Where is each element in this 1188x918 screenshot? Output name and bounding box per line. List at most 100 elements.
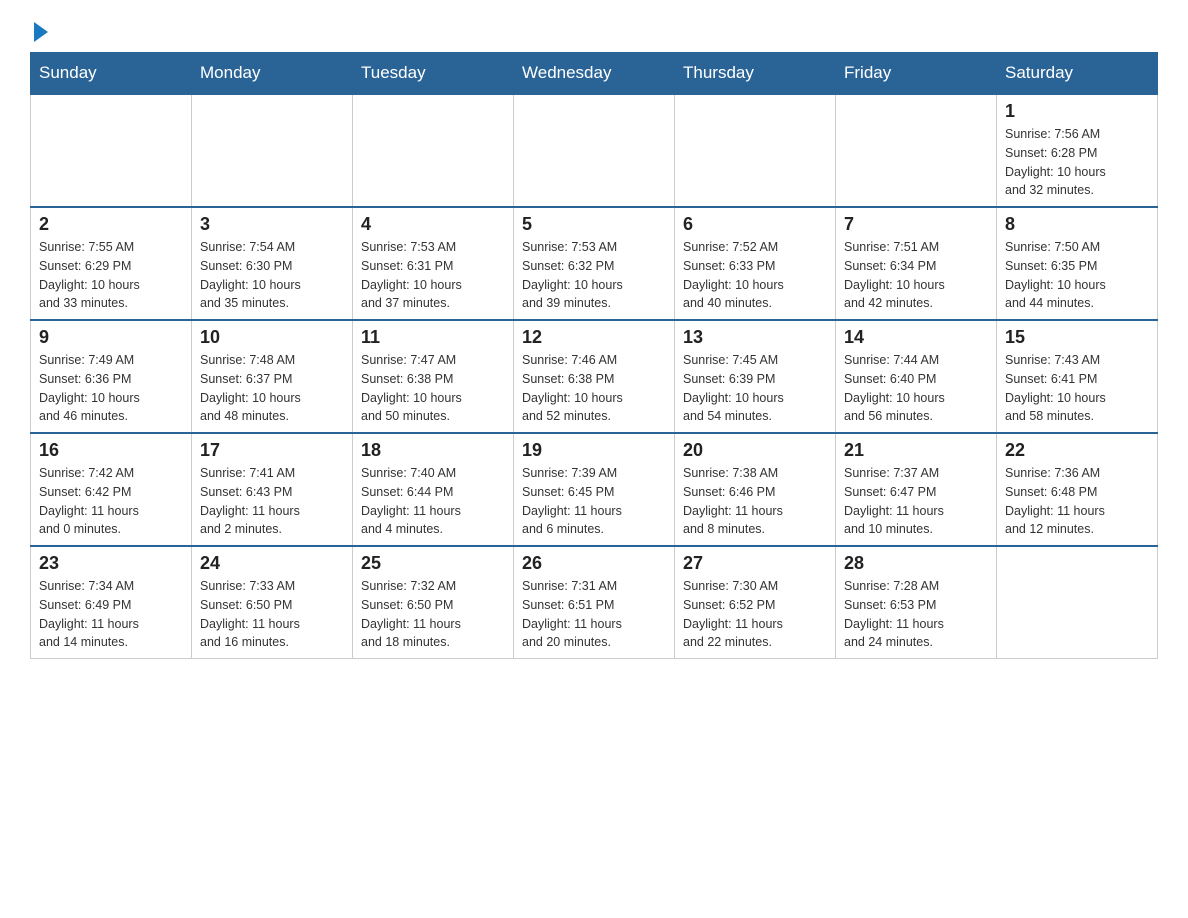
day-number: 12 bbox=[522, 327, 666, 348]
day-number: 11 bbox=[361, 327, 505, 348]
calendar-cell bbox=[997, 546, 1158, 659]
day-info: Sunrise: 7:31 AM Sunset: 6:51 PM Dayligh… bbox=[522, 577, 666, 652]
calendar-cell: 28 Sunrise: 7:28 AM Sunset: 6:53 PM Dayli… bbox=[836, 546, 997, 659]
day-number: 27 bbox=[683, 553, 827, 574]
day-number: 21 bbox=[844, 440, 988, 461]
calendar-cell: 5 Sunrise: 7:53 AM Sunset: 6:32 PM Daylig… bbox=[514, 207, 675, 320]
logo bbox=[30, 20, 48, 42]
calendar-cell: 26 Sunrise: 7:31 AM Sunset: 6:51 PM Dayli… bbox=[514, 546, 675, 659]
day-info: Sunrise: 7:55 AM Sunset: 6:29 PM Dayligh… bbox=[39, 238, 183, 313]
day-number: 10 bbox=[200, 327, 344, 348]
calendar-header-row: SundayMondayTuesdayWednesdayThursdayFrid… bbox=[31, 53, 1158, 95]
day-info: Sunrise: 7:53 AM Sunset: 6:31 PM Dayligh… bbox=[361, 238, 505, 313]
calendar-cell: 27Sunrise: 7:30 AM Sunset: 6:52 PM Dayli… bbox=[675, 546, 836, 659]
day-info: Sunrise: 7:46 AM Sunset: 6:38 PM Dayligh… bbox=[522, 351, 666, 426]
day-number: 23 bbox=[39, 553, 183, 574]
day-info: Sunrise: 7:38 AM Sunset: 6:46 PM Dayligh… bbox=[683, 464, 827, 539]
day-info: Sunrise: 7:34 AM Sunset: 6:49 PM Dayligh… bbox=[39, 577, 183, 652]
day-number: 4 bbox=[361, 214, 505, 235]
day-info: Sunrise: 7:32 AM Sunset: 6:50 PM Dayligh… bbox=[361, 577, 505, 652]
day-of-week-header: Friday bbox=[836, 53, 997, 95]
calendar-cell: 8 Sunrise: 7:50 AM Sunset: 6:35 PM Daylig… bbox=[997, 207, 1158, 320]
calendar-cell bbox=[192, 94, 353, 207]
calendar-cell: 11 Sunrise: 7:47 AM Sunset: 6:38 PM Dayli… bbox=[353, 320, 514, 433]
day-of-week-header: Saturday bbox=[997, 53, 1158, 95]
day-info: Sunrise: 7:37 AM Sunset: 6:47 PM Dayligh… bbox=[844, 464, 988, 539]
day-of-week-header: Sunday bbox=[31, 53, 192, 95]
day-number: 14 bbox=[844, 327, 988, 348]
page-header bbox=[30, 20, 1158, 42]
calendar-cell: 25 Sunrise: 7:32 AM Sunset: 6:50 PM Dayli… bbox=[353, 546, 514, 659]
calendar-cell: 16 Sunrise: 7:42 AM Sunset: 6:42 PM Dayli… bbox=[31, 433, 192, 546]
calendar-cell bbox=[675, 94, 836, 207]
calendar-week-row: 23 Sunrise: 7:34 AM Sunset: 6:49 PM Dayli… bbox=[31, 546, 1158, 659]
day-info: Sunrise: 7:48 AM Sunset: 6:37 PM Dayligh… bbox=[200, 351, 344, 426]
calendar-table: SundayMondayTuesdayWednesdayThursdayFrid… bbox=[30, 52, 1158, 659]
day-of-week-header: Tuesday bbox=[353, 53, 514, 95]
day-info: Sunrise: 7:36 AM Sunset: 6:48 PM Dayligh… bbox=[1005, 464, 1149, 539]
day-number: 17 bbox=[200, 440, 344, 461]
calendar-cell: 24 Sunrise: 7:33 AM Sunset: 6:50 PM Dayli… bbox=[192, 546, 353, 659]
calendar-cell: 9Sunrise: 7:49 AM Sunset: 6:36 PM Daylig… bbox=[31, 320, 192, 433]
day-info: Sunrise: 7:49 AM Sunset: 6:36 PM Dayligh… bbox=[39, 351, 183, 426]
calendar-cell: 22 Sunrise: 7:36 AM Sunset: 6:48 PM Dayli… bbox=[997, 433, 1158, 546]
day-number: 24 bbox=[200, 553, 344, 574]
day-number: 2 bbox=[39, 214, 183, 235]
calendar-cell: 19 Sunrise: 7:39 AM Sunset: 6:45 PM Dayli… bbox=[514, 433, 675, 546]
calendar-cell bbox=[514, 94, 675, 207]
day-number: 7 bbox=[844, 214, 988, 235]
day-info: Sunrise: 7:43 AM Sunset: 6:41 PM Dayligh… bbox=[1005, 351, 1149, 426]
day-number: 6 bbox=[683, 214, 827, 235]
day-info: Sunrise: 7:54 AM Sunset: 6:30 PM Dayligh… bbox=[200, 238, 344, 313]
calendar-cell: 2 Sunrise: 7:55 AM Sunset: 6:29 PM Daylig… bbox=[31, 207, 192, 320]
day-info: Sunrise: 7:53 AM Sunset: 6:32 PM Dayligh… bbox=[522, 238, 666, 313]
calendar-cell: 20 Sunrise: 7:38 AM Sunset: 6:46 PM Dayli… bbox=[675, 433, 836, 546]
day-number: 25 bbox=[361, 553, 505, 574]
day-number: 28 bbox=[844, 553, 988, 574]
calendar-cell: 7 Sunrise: 7:51 AM Sunset: 6:34 PM Daylig… bbox=[836, 207, 997, 320]
calendar-cell: 3Sunrise: 7:54 AM Sunset: 6:30 PM Daylig… bbox=[192, 207, 353, 320]
calendar-week-row: 16 Sunrise: 7:42 AM Sunset: 6:42 PM Dayli… bbox=[31, 433, 1158, 546]
day-number: 1 bbox=[1005, 101, 1149, 122]
day-number: 16 bbox=[39, 440, 183, 461]
day-info: Sunrise: 7:41 AM Sunset: 6:43 PM Dayligh… bbox=[200, 464, 344, 539]
calendar-cell: 1 Sunrise: 7:56 AM Sunset: 6:28 PM Daylig… bbox=[997, 94, 1158, 207]
calendar-week-row: 2 Sunrise: 7:55 AM Sunset: 6:29 PM Daylig… bbox=[31, 207, 1158, 320]
day-info: Sunrise: 7:47 AM Sunset: 6:38 PM Dayligh… bbox=[361, 351, 505, 426]
day-number: 20 bbox=[683, 440, 827, 461]
calendar-cell bbox=[353, 94, 514, 207]
day-info: Sunrise: 7:56 AM Sunset: 6:28 PM Dayligh… bbox=[1005, 125, 1149, 200]
day-info: Sunrise: 7:50 AM Sunset: 6:35 PM Dayligh… bbox=[1005, 238, 1149, 313]
calendar-cell: 17 Sunrise: 7:41 AM Sunset: 6:43 PM Dayli… bbox=[192, 433, 353, 546]
calendar-cell: 12 Sunrise: 7:46 AM Sunset: 6:38 PM Dayli… bbox=[514, 320, 675, 433]
calendar-cell: 4 Sunrise: 7:53 AM Sunset: 6:31 PM Daylig… bbox=[353, 207, 514, 320]
day-of-week-header: Thursday bbox=[675, 53, 836, 95]
day-number: 5 bbox=[522, 214, 666, 235]
calendar-cell: 13Sunrise: 7:45 AM Sunset: 6:39 PM Dayli… bbox=[675, 320, 836, 433]
calendar-cell: 23 Sunrise: 7:34 AM Sunset: 6:49 PM Dayli… bbox=[31, 546, 192, 659]
day-info: Sunrise: 7:42 AM Sunset: 6:42 PM Dayligh… bbox=[39, 464, 183, 539]
day-info: Sunrise: 7:33 AM Sunset: 6:50 PM Dayligh… bbox=[200, 577, 344, 652]
day-number: 22 bbox=[1005, 440, 1149, 461]
calendar-week-row: 9Sunrise: 7:49 AM Sunset: 6:36 PM Daylig… bbox=[31, 320, 1158, 433]
day-number: 15 bbox=[1005, 327, 1149, 348]
calendar-cell: 10 Sunrise: 7:48 AM Sunset: 6:37 PM Dayli… bbox=[192, 320, 353, 433]
calendar-cell bbox=[836, 94, 997, 207]
day-number: 19 bbox=[522, 440, 666, 461]
calendar-cell: 6 Sunrise: 7:52 AM Sunset: 6:33 PM Daylig… bbox=[675, 207, 836, 320]
day-info: Sunrise: 7:28 AM Sunset: 6:53 PM Dayligh… bbox=[844, 577, 988, 652]
calendar-cell: 15 Sunrise: 7:43 AM Sunset: 6:41 PM Dayli… bbox=[997, 320, 1158, 433]
calendar-week-row: 1 Sunrise: 7:56 AM Sunset: 6:28 PM Daylig… bbox=[31, 94, 1158, 207]
day-info: Sunrise: 7:45 AM Sunset: 6:39 PM Dayligh… bbox=[683, 351, 827, 426]
day-of-week-header: Wednesday bbox=[514, 53, 675, 95]
day-number: 8 bbox=[1005, 214, 1149, 235]
day-info: Sunrise: 7:39 AM Sunset: 6:45 PM Dayligh… bbox=[522, 464, 666, 539]
day-number: 26 bbox=[522, 553, 666, 574]
day-info: Sunrise: 7:44 AM Sunset: 6:40 PM Dayligh… bbox=[844, 351, 988, 426]
day-info: Sunrise: 7:52 AM Sunset: 6:33 PM Dayligh… bbox=[683, 238, 827, 313]
calendar-cell: 14 Sunrise: 7:44 AM Sunset: 6:40 PM Dayli… bbox=[836, 320, 997, 433]
calendar-cell bbox=[31, 94, 192, 207]
day-info: Sunrise: 7:51 AM Sunset: 6:34 PM Dayligh… bbox=[844, 238, 988, 313]
logo-arrow-icon bbox=[34, 22, 48, 42]
day-of-week-header: Monday bbox=[192, 53, 353, 95]
